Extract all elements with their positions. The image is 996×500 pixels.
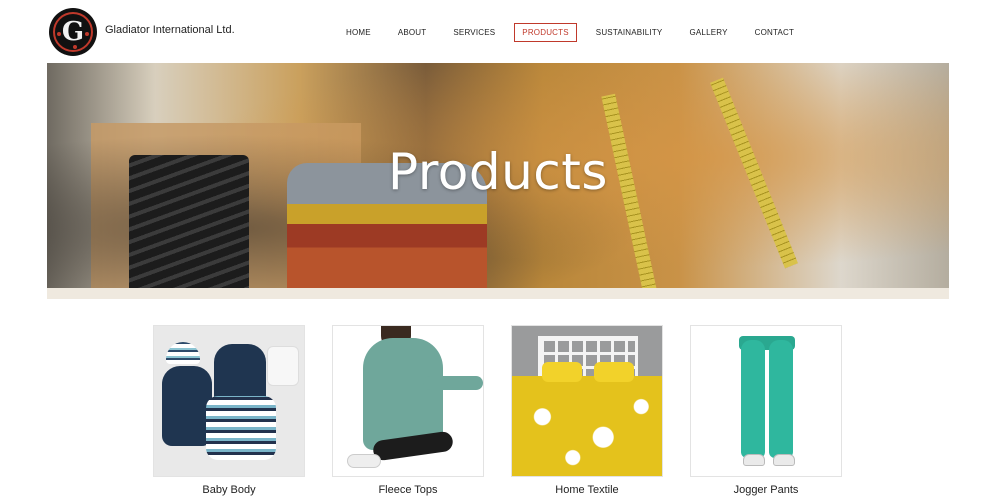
product-label[interactable]: Baby Body xyxy=(153,484,305,496)
product-label[interactable]: Home Textile xyxy=(511,484,663,496)
nav-item-about[interactable]: ABOUT xyxy=(390,23,435,42)
jogger-leg xyxy=(769,340,793,458)
home-pillow xyxy=(542,362,582,382)
logo[interactable]: G xyxy=(49,8,97,56)
product-image-jogger-pants[interactable] xyxy=(690,325,842,477)
product-label[interactable]: Fleece Tops xyxy=(332,484,484,496)
main-nav: HOME ABOUT SERVICES PRODUCTS SUSTAINABIL… xyxy=(338,23,813,42)
product-image-fleece-tops[interactable] xyxy=(332,325,484,477)
nav-item-contact[interactable]: CONTACT xyxy=(747,23,802,42)
product-image-baby-body[interactable] xyxy=(153,325,305,477)
nav-item-home[interactable]: HOME xyxy=(338,23,379,42)
nav-item-gallery[interactable]: GALLERY xyxy=(681,23,735,42)
nav-item-services[interactable]: SERVICES xyxy=(445,23,503,42)
logo-ring: G xyxy=(53,12,93,52)
hero-title: Products xyxy=(388,143,608,201)
logo-dot xyxy=(85,32,89,36)
nav-item-sustainability[interactable]: SUSTAINABILITY xyxy=(588,23,671,42)
logo-letter: G xyxy=(61,17,85,47)
home-pillow xyxy=(594,362,634,382)
jogger-leg xyxy=(741,340,765,458)
product-card-baby-body[interactable]: Baby Body xyxy=(153,325,305,496)
jogger-shoe xyxy=(773,454,795,466)
nav-item-products[interactable]: PRODUCTS xyxy=(514,23,577,42)
product-grid: Baby Body Fleece Tops Home Textile Jogge… xyxy=(153,325,869,496)
fleece-sleeve xyxy=(423,376,483,390)
product-image-home-textile[interactable] xyxy=(511,325,663,477)
baby-striped-body xyxy=(206,396,276,460)
baby-hat xyxy=(166,342,200,364)
product-label[interactable]: Jogger Pants xyxy=(690,484,842,496)
fleece-shoe xyxy=(347,454,381,468)
site-header: G Gladiator International Ltd. HOME ABOU… xyxy=(0,0,996,62)
jogger-shoe xyxy=(743,454,765,466)
product-card-fleece-tops[interactable]: Fleece Tops xyxy=(332,325,484,496)
brand-name[interactable]: Gladiator International Ltd. xyxy=(105,24,235,36)
product-card-jogger-pants[interactable]: Jogger Pants xyxy=(690,325,842,496)
baby-romper xyxy=(162,366,212,446)
home-bedspread xyxy=(512,376,662,476)
baby-white-garment xyxy=(267,346,299,386)
hero-desk xyxy=(47,288,949,299)
logo-dot xyxy=(57,32,61,36)
logo-dot xyxy=(73,45,77,49)
product-card-home-textile[interactable]: Home Textile xyxy=(511,325,663,496)
hero-banner: Products xyxy=(47,63,949,299)
